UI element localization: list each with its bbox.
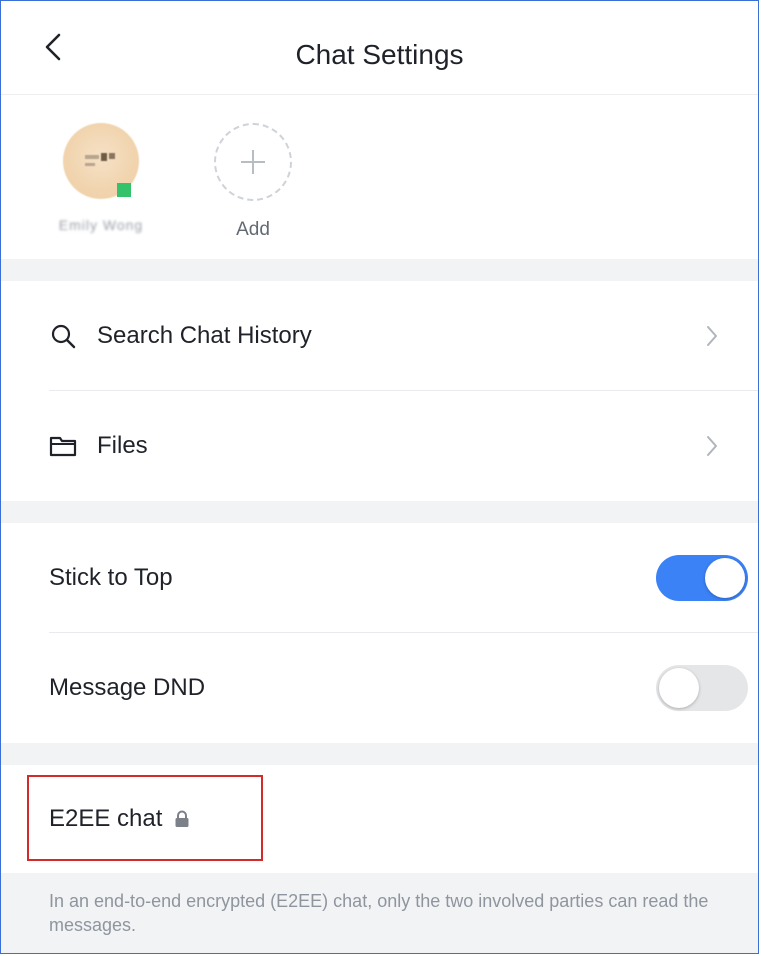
message-dnd-label: Message DND <box>49 674 206 701</box>
e2ee-chat-label: E2EE chat <box>49 805 163 832</box>
e2ee-chat-row[interactable]: E2EE chat <box>1 765 758 873</box>
member-name: Emily Wong <box>58 217 144 233</box>
chevron-right-icon <box>702 431 722 461</box>
section-gap <box>1 501 758 523</box>
members-section: Emily Wong Add <box>1 95 758 259</box>
member-item[interactable]: Emily Wong <box>41 121 161 233</box>
search-chat-history-row[interactable]: Search Chat History <box>1 281 758 391</box>
lock-icon <box>174 810 190 828</box>
files-label: Files <box>97 432 148 459</box>
e2ee-description: In an end-to-end encrypted (E2EE) chat, … <box>1 873 758 953</box>
stick-to-top-row: Stick to Top <box>1 523 758 633</box>
toggle-knob <box>705 558 745 598</box>
stick-to-top-toggle[interactable] <box>656 555 748 601</box>
chat-settings-screen: Chat Settings Emily Wong Add Search Chat… <box>0 0 759 954</box>
e2ee-chat-label-group: E2EE chat <box>49 805 190 833</box>
avatar[interactable] <box>59 123 143 207</box>
page-title: Chat Settings <box>295 39 464 70</box>
plus-icon <box>241 150 265 174</box>
stick-to-top-label: Stick to Top <box>49 564 173 591</box>
search-icon <box>49 322 77 350</box>
online-status-badge <box>117 183 131 197</box>
header: Chat Settings <box>1 1 758 95</box>
add-member-button[interactable] <box>214 123 292 201</box>
section-gap <box>1 259 758 281</box>
message-dnd-toggle[interactable] <box>656 665 748 711</box>
message-dnd-row: Message DND <box>1 633 758 743</box>
search-chat-history-label: Search Chat History <box>97 322 312 349</box>
section-gap <box>1 743 758 765</box>
folder-icon <box>49 432 77 460</box>
chevron-right-icon <box>702 321 722 351</box>
toggle-knob <box>659 668 699 708</box>
add-member-label: Add <box>236 219 270 240</box>
add-member-item[interactable]: Add <box>193 121 313 241</box>
files-row[interactable]: Files <box>1 391 758 501</box>
